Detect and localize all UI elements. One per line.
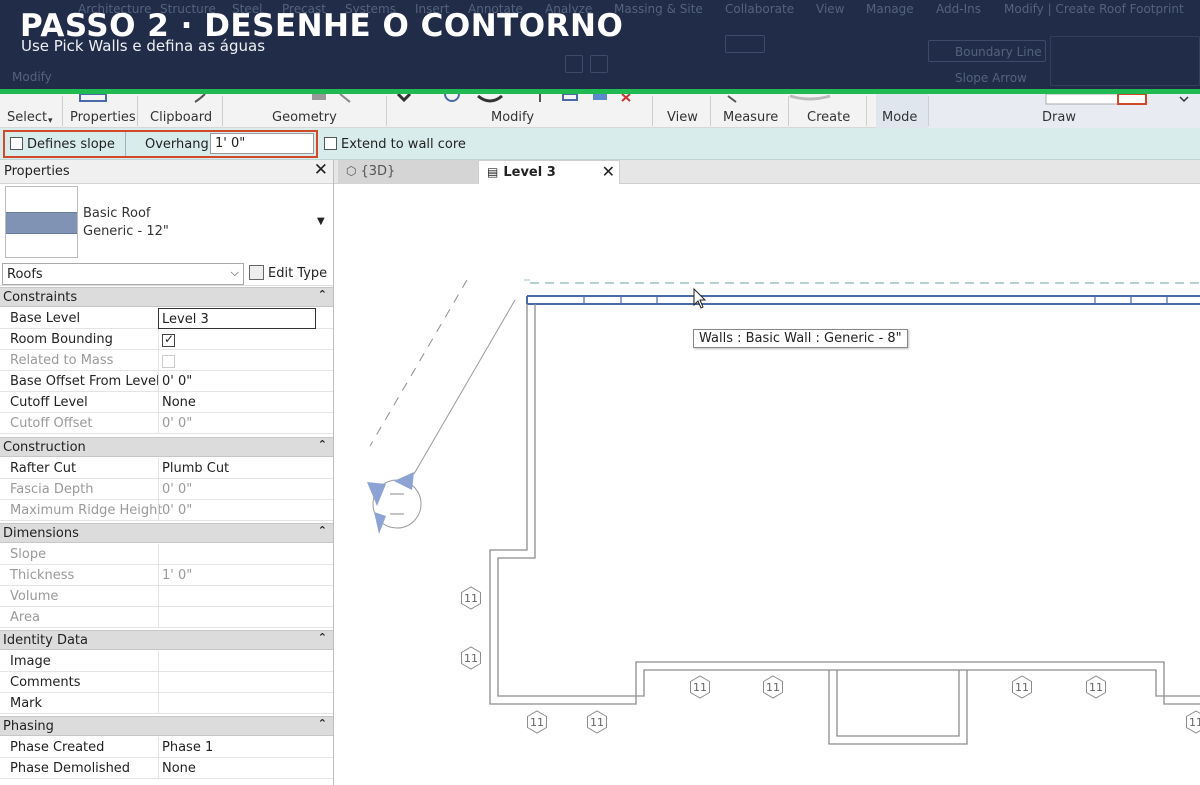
wall-tag[interactable]: 11 — [690, 675, 710, 699]
revit-window: Select ▾ Properties Clipboard Geometry M… — [0, 0, 1200, 785]
ribbon-group-mode[interactable]: Mode — [882, 110, 917, 125]
group-construction[interactable]: Construction ⌃ — [0, 437, 333, 457]
overhang-input[interactable]: 1' 0" — [210, 133, 314, 154]
ribbon-group-select[interactable]: Select — [7, 110, 47, 125]
extend-to-wall-core-checkbox[interactable] — [324, 137, 337, 150]
prop-phase-created: Phase Created Phase 1 — [0, 737, 333, 758]
ribbon-group-view[interactable]: View — [667, 110, 698, 125]
mouse-cursor-icon — [693, 287, 707, 309]
wall-tag-label: 11 — [530, 716, 544, 729]
prop-max-ridge-height: Maximum Ridge Height 0' 0" — [0, 500, 333, 521]
tab-3d[interactable]: ⬡ {3D} — [338, 160, 478, 184]
prop-cutoff-offset: Cutoff Offset 0' 0" — [0, 413, 333, 434]
wall-tag[interactable]: 11 — [461, 586, 481, 610]
chevron-down-icon: ⌵ — [230, 266, 239, 279]
ribbon-group-measure[interactable]: Measure — [723, 110, 778, 125]
group-identity-data[interactable]: Identity Data ⌃ — [0, 630, 333, 650]
prop-rafter-cut: Rafter Cut Plumb Cut — [0, 458, 333, 479]
wall-tag[interactable]: 11 — [1086, 675, 1106, 699]
ribbon-group-modify[interactable]: Modify — [491, 110, 534, 125]
edit-type-button[interactable]: Edit Type — [268, 266, 327, 281]
checkmark-icon: ✓ — [164, 331, 175, 346]
prop-area: Area — [0, 607, 333, 628]
properties-header: Properties ✕ — [0, 160, 333, 184]
category-row: Roofs ⌵ Edit Type — [0, 262, 333, 286]
edit-type-icon — [249, 265, 264, 280]
prop-mark: Mark — [0, 693, 333, 714]
ribbon-icons-strip — [79, 94, 1189, 105]
properties-title: Properties — [4, 164, 70, 179]
group-phasing[interactable]: Phasing ⌃ — [0, 716, 333, 736]
wall-tag-label: 11 — [766, 681, 780, 694]
defines-slope-checkbox[interactable] — [10, 137, 23, 150]
options-bar: Defines slope Overhang: 1' 0" Extend to … — [0, 128, 1200, 160]
prop-base-offset: Base Offset From Level 0' 0" — [0, 371, 333, 392]
roof-type-preview — [5, 186, 78, 258]
floor-plan-drawing: 11 11 11 11 11 11 11 11 11 — [367, 279, 1200, 745]
chevron-down-icon[interactable]: ▼ — [317, 216, 325, 227]
banner-accent-bar — [0, 89, 1200, 94]
prop-cutoff-level: Cutoff Level None — [0, 392, 333, 413]
ribbon-panel-labels: Select ▾ Properties Clipboard Geometry M… — [0, 94, 1200, 128]
prop-phase-demolished: Phase Demolished None — [0, 758, 333, 779]
view-tabs: ⬡ {3D} ▤ Level 3 ✕ — [334, 160, 1200, 184]
prop-base-level: Base Level Level 3 — [0, 308, 333, 329]
wall-tag[interactable]: 11 — [1186, 710, 1200, 734]
prop-volume: Volume — [0, 586, 333, 607]
properties-palette: Properties ✕ Basic Roof Generic - 12" ▼ … — [0, 160, 334, 785]
prop-image: Image — [0, 651, 333, 672]
close-icon[interactable]: ✕ — [314, 160, 328, 180]
banner-subtitle: Use Pick Walls e defina as águas — [21, 37, 266, 55]
overhang-label: Overhang: — [145, 137, 214, 152]
type-subname: Generic - 12" — [83, 224, 169, 239]
extend-to-wall-core-label: Extend to wall core — [341, 137, 466, 152]
wall-tag-label: 11 — [464, 652, 478, 665]
3d-view-icon: ⬡ — [346, 164, 357, 178]
close-icon[interactable]: ✕ — [602, 162, 615, 181]
selected-wall[interactable] — [526, 295, 1200, 305]
group-constraints[interactable]: Constraints ⌃ — [0, 287, 333, 307]
ribbon-group-clipboard[interactable]: Clipboard — [150, 110, 212, 125]
wall-tag[interactable]: 11 — [461, 646, 481, 670]
wall-tag-label: 11 — [590, 716, 604, 729]
ribbon-group-geometry[interactable]: Geometry — [272, 110, 337, 125]
tutorial-banner: Architecture Structure Steel Precast Sys… — [0, 0, 1200, 91]
category-filter-select[interactable]: Roofs ⌵ — [2, 263, 244, 285]
prop-related-to-mass: Related to Mass — [0, 350, 333, 371]
floor-plan-canvas[interactable]: 11 11 11 11 11 11 11 11 11 Walls : Basic Wall : … — [334, 184, 1200, 785]
wall-tag[interactable]: 11 — [587, 710, 607, 734]
wall-tag[interactable]: 11 — [1012, 675, 1032, 699]
prop-thickness: Thickness 1' 0" — [0, 565, 333, 586]
prop-room-bounding: Room Bounding ✓ — [0, 329, 333, 350]
wall-tag-label: 11 — [464, 592, 478, 605]
ribbon-group-create[interactable]: Create — [807, 110, 850, 125]
wall-tag-label: 11 — [1089, 681, 1103, 694]
elevation-marker-icon[interactable] — [367, 472, 422, 534]
tab-level-3[interactable]: ▤ Level 3 ✕ — [478, 160, 620, 184]
category-filter-value: Roofs — [7, 267, 43, 282]
floor-plan-icon: ▤ — [487, 165, 499, 179]
wall-tag[interactable]: 11 — [763, 675, 783, 699]
type-selector[interactable]: Basic Roof Generic - 12" ▼ — [0, 184, 333, 260]
wall-tag-label: 11 — [1015, 681, 1029, 694]
wall-tags: 11 11 11 11 11 11 11 11 11 — [461, 586, 1200, 734]
type-name: Basic Roof — [83, 206, 151, 221]
ribbon-group-draw[interactable]: Draw — [1042, 110, 1076, 125]
wall-tag[interactable]: 11 — [527, 710, 547, 734]
base-level-value[interactable]: Level 3 — [158, 308, 316, 329]
drawing-view: ⬡ {3D} ▤ Level 3 ✕ 11 11 11 11 11 11 11 … — [334, 160, 1200, 785]
prop-comments: Comments — [0, 672, 333, 693]
wall-tag-label: 11 — [1189, 716, 1200, 729]
related-to-mass-checkbox — [162, 354, 175, 368]
defines-slope-label: Defines slope — [27, 137, 115, 152]
group-dimensions[interactable]: Dimensions ⌃ — [0, 523, 333, 543]
prop-slope: Slope — [0, 544, 333, 565]
ribbon-group-properties[interactable]: Properties — [70, 110, 136, 125]
wall-tag-label: 11 — [693, 681, 707, 694]
wall-tooltip: Walls : Basic Wall : Generic - 8" — [693, 329, 908, 348]
prop-fascia-depth: Fascia Depth 0' 0" — [0, 479, 333, 500]
room-bounding-checkbox[interactable]: ✓ — [162, 331, 175, 347]
